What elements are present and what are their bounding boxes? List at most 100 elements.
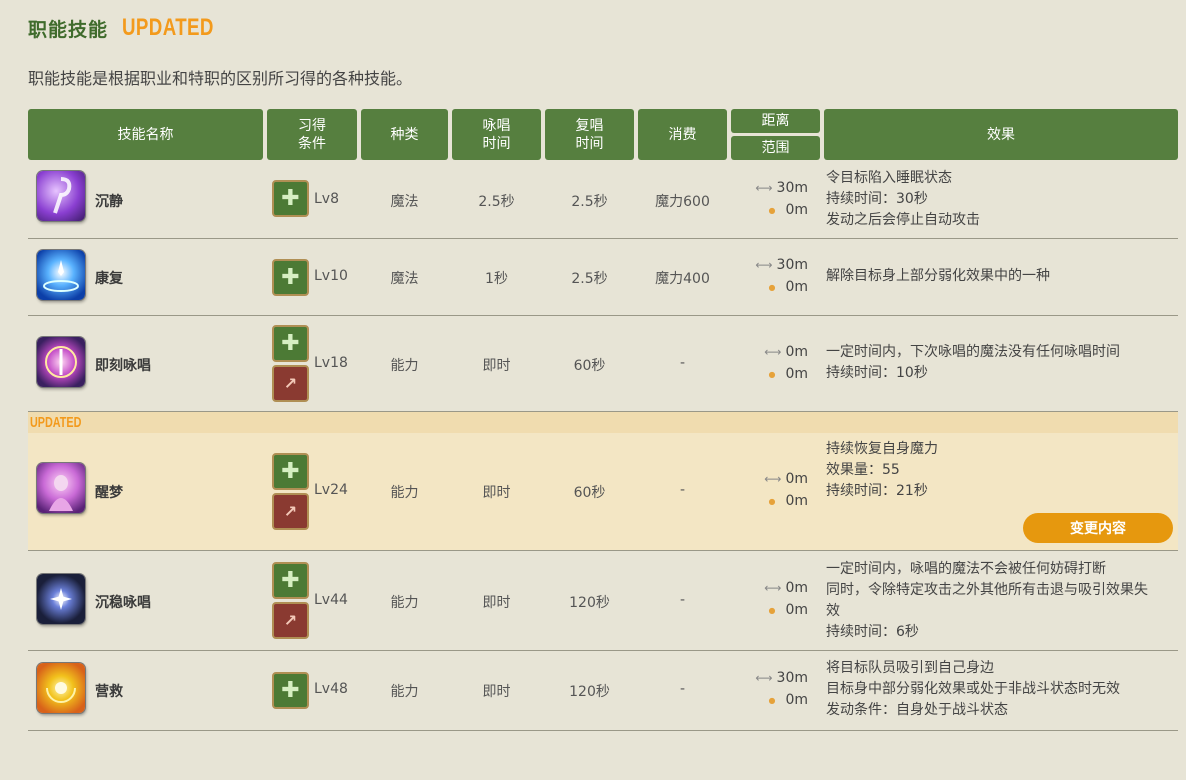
distance-value: 30m bbox=[776, 670, 808, 686]
distance-icon: ⟷ bbox=[755, 258, 773, 272]
effect-line: 持续时间：6秒 bbox=[826, 624, 919, 640]
distance-range: ⟷ 0m ● 0m bbox=[748, 468, 808, 512]
change-details-button[interactable]: 变更内容 bbox=[1023, 513, 1173, 543]
distance-value: 30m bbox=[776, 257, 808, 273]
skill-name[interactable]: 营救 bbox=[95, 681, 123, 701]
recast-time: 2.5秒 bbox=[571, 194, 608, 210]
skill-name[interactable]: 康复 bbox=[95, 268, 123, 288]
distance-value: 0m bbox=[785, 580, 808, 596]
effect-line: 持续时间：21秒 bbox=[826, 483, 928, 499]
recast-time: 120秒 bbox=[569, 595, 610, 611]
distance-range: ⟷ 0m ● 0m bbox=[748, 577, 808, 621]
caster-job-icon: ↗ bbox=[272, 365, 309, 402]
range-value: 0m bbox=[785, 493, 808, 509]
range-icon: ● bbox=[768, 369, 776, 379]
effect-line: 发动之后会停止自动攻击 bbox=[826, 212, 980, 228]
row-updated-label: UPDATED bbox=[30, 414, 82, 431]
range-icon: ● bbox=[768, 205, 776, 215]
table-row: 沉稳咏唱 ✚ ↗ Lv44 能力 即时 120秒 - ⟷ 0m ● 0m 一定时间内… bbox=[28, 551, 1178, 651]
skill-effect: 持续恢复自身魔力 效果量：55 持续时间：21秒 bbox=[826, 439, 938, 502]
lucid-dreaming-skill-icon bbox=[37, 463, 85, 513]
table-row: 即刻咏唱 ✚ ↗ Lv18 能力 即时 60秒 - ⟷ 0m ● 0m 一定时间内，… bbox=[28, 316, 1178, 412]
recast-time: 60秒 bbox=[573, 485, 606, 501]
healer-job-icon: ✚ bbox=[272, 325, 309, 362]
mp-cost: 魔力600 bbox=[655, 194, 710, 210]
effect-line: 持续恢复自身魔力 bbox=[826, 441, 938, 457]
updated-badge: UPDATED bbox=[122, 14, 214, 41]
col-cast-line2: 时间 bbox=[482, 135, 511, 152]
distance-icon: ⟷ bbox=[764, 472, 782, 486]
col-recast-time: 复唱 时间 bbox=[545, 109, 634, 160]
skill-level: Lv48 bbox=[314, 681, 348, 697]
surecast-skill-icon bbox=[37, 574, 85, 624]
healer-job-icon: ✚ bbox=[272, 259, 309, 296]
skill-effect: 令目标陷入睡眠状态 持续时间：30秒 发动之后会停止自动攻击 bbox=[826, 168, 980, 231]
distance-icon: ⟷ bbox=[764, 581, 782, 595]
effect-line: 一定时间内，咏唱的魔法不会被任何妨碍打断 bbox=[826, 561, 1106, 577]
effect-line: 解除目标身上部分弱化效果中的一种 bbox=[826, 268, 1050, 284]
col-effect: 效果 bbox=[824, 109, 1178, 160]
esuna-skill-icon bbox=[37, 250, 85, 300]
col-cast-time: 咏唱 时间 bbox=[452, 109, 541, 160]
healer-job-icon: ✚ bbox=[272, 453, 309, 490]
healer-job-icon: ✚ bbox=[272, 672, 309, 709]
effect-line: 将目标队员吸引到自己身边 bbox=[826, 660, 994, 676]
cast-time: 即时 bbox=[482, 684, 511, 700]
effect-line: 同时，令除特定攻击之外其他所有击退与吸引效果失 bbox=[826, 582, 1148, 598]
skill-name[interactable]: 沉稳咏唱 bbox=[95, 592, 151, 612]
caster-job-icon: ↗ bbox=[272, 493, 309, 530]
range-value: 0m bbox=[785, 279, 808, 295]
rescue-skill-icon bbox=[37, 663, 85, 713]
table-row: 沉静 ✚ Lv8 魔法 2.5秒 2.5秒 魔力600 ⟷ 30m ● 0m 令目标… bbox=[28, 160, 1178, 239]
skill-name[interactable]: 沉静 bbox=[95, 191, 123, 211]
col-cost: 消费 bbox=[638, 109, 727, 160]
skill-type: 能力 bbox=[390, 358, 419, 374]
distance-range: ⟷ 30m ● 0m bbox=[748, 254, 808, 298]
skill-name[interactable]: 即刻咏唱 bbox=[95, 355, 151, 375]
col-learn-line1: 习得 bbox=[298, 117, 326, 134]
swiftcast-skill-icon bbox=[37, 337, 85, 387]
effect-line: 效 bbox=[826, 603, 840, 619]
distance-range: ⟷ 30m ● 0m bbox=[748, 177, 808, 221]
range-icon: ● bbox=[768, 695, 776, 705]
healer-job-icon: ✚ bbox=[272, 562, 309, 599]
skill-level: Lv8 bbox=[314, 191, 339, 207]
mp-cost: 魔力400 bbox=[655, 271, 710, 287]
cast-time: 1秒 bbox=[485, 271, 508, 287]
skill-level: Lv44 bbox=[314, 592, 348, 608]
effect-line: 目标身中部分弱化效果或处于非战斗状态时无效 bbox=[826, 681, 1120, 697]
mp-cost: - bbox=[679, 355, 686, 371]
effect-line: 持续时间：30秒 bbox=[826, 191, 928, 207]
healer-job-icon: ✚ bbox=[272, 180, 309, 217]
repose-skill-icon bbox=[37, 171, 85, 221]
skill-type: 能力 bbox=[390, 595, 419, 611]
range-icon: ● bbox=[768, 496, 776, 506]
effect-line: 一定时间内，下次咏唱的魔法没有任何咏唱时间 bbox=[826, 344, 1120, 360]
skill-name[interactable]: 醒梦 bbox=[95, 482, 123, 502]
range-value: 0m bbox=[785, 366, 808, 382]
effect-line: 效果量：55 bbox=[826, 462, 900, 478]
col-learn-line2: 条件 bbox=[298, 135, 326, 152]
col-recast-line1: 复唱 bbox=[575, 117, 604, 134]
range-icon: ● bbox=[768, 605, 776, 615]
range-value: 0m bbox=[785, 202, 808, 218]
skill-type: 能力 bbox=[390, 485, 419, 501]
col-range: 范围 bbox=[731, 136, 820, 160]
section-description: 职能技能是根据职业和特职的区别所习得的各种技能。 bbox=[28, 69, 413, 88]
recast-time: 2.5秒 bbox=[571, 271, 608, 287]
range-value: 0m bbox=[785, 602, 808, 618]
distance-icon: ⟷ bbox=[764, 345, 782, 359]
col-skill-name: 技能名称 bbox=[28, 109, 263, 160]
skill-type: 魔法 bbox=[390, 271, 419, 287]
col-recast-line2: 时间 bbox=[575, 135, 604, 152]
mp-cost: - bbox=[679, 592, 686, 608]
skill-effect: 一定时间内，下次咏唱的魔法没有任何咏唱时间 持续时间：10秒 bbox=[826, 342, 1120, 384]
distance-range: ⟷ 30m ● 0m bbox=[748, 667, 808, 711]
mp-cost: - bbox=[679, 482, 686, 498]
table-row: 营救 ✚ Lv48 能力 即时 120秒 - ⟷ 30m ● 0m 将目标队员吸引到… bbox=[28, 651, 1178, 731]
effect-line: 持续时间：10秒 bbox=[826, 365, 928, 381]
skill-level: Lv24 bbox=[314, 482, 348, 498]
skill-level: Lv10 bbox=[314, 268, 348, 284]
caster-job-icon: ↗ bbox=[272, 602, 309, 639]
distance-icon: ⟷ bbox=[755, 671, 773, 685]
